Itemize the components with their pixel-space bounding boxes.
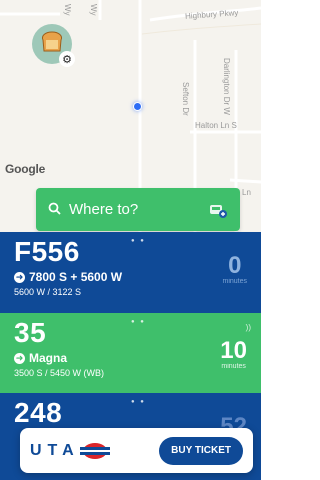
arrival-card[interactable]: ● ● )) 35 ➜ Magna 3500 S / 5450 W (WB) 1…	[0, 313, 261, 393]
street-label-sefton: Sefton Dr	[181, 82, 190, 116]
destination-label: 7800 S + 5600 W	[29, 270, 123, 284]
destination: ➜ Magna	[14, 351, 247, 365]
page-dots: ● ●	[131, 319, 146, 325]
street-label: Wy	[63, 4, 72, 16]
destination: ➜ 7800 S + 5600 W	[14, 270, 247, 284]
search-icon	[48, 202, 61, 218]
street-label: Wy	[89, 4, 98, 16]
brand-name: UTA	[30, 441, 80, 459]
eta: 0 minutes	[222, 252, 247, 286]
google-logo: Google	[5, 162, 46, 176]
arrival-card[interactable]: ● ● F556 ➜ 7800 S + 5600 W 5600 W / 3122…	[0, 232, 261, 313]
arrow-right-icon: ➜	[14, 352, 25, 364]
car-add-icon[interactable]	[208, 202, 228, 218]
street-label-darlington: Darlington Dr W	[222, 58, 231, 115]
bottom-bar: UTA BUY TICKET	[20, 428, 253, 473]
eta-minutes: 0	[228, 252, 242, 279]
stop-label: 3500 S / 5450 W (WB)	[14, 368, 105, 378]
gear-icon: ⚙	[59, 51, 75, 67]
location-marker	[133, 102, 142, 111]
realtime-icon: ))	[245, 323, 251, 332]
buy-ticket-button[interactable]: BUY TICKET	[159, 436, 243, 465]
page-dots: ● ●	[131, 399, 146, 405]
uta-logo-icon	[79, 441, 110, 461]
eta-unit: minutes	[221, 363, 246, 370]
eta: 10 minutes	[220, 337, 247, 371]
stop-label: 5600 W / 3122 S	[14, 287, 82, 297]
arrow-right-icon: ➜	[14, 271, 25, 283]
search-placeholder: Where to?	[69, 201, 139, 218]
page-dots: ● ●	[131, 238, 146, 244]
destination-label: Magna	[29, 351, 68, 365]
eta-minutes: 10	[220, 337, 247, 364]
search-input[interactable]: Where to?	[36, 188, 240, 231]
profile-button[interactable]: ⚙	[32, 24, 75, 67]
street-label-halton: Halton Ln S	[195, 121, 237, 130]
street-label-ln: Ln	[242, 188, 251, 197]
eta-unit: minutes	[222, 278, 247, 285]
